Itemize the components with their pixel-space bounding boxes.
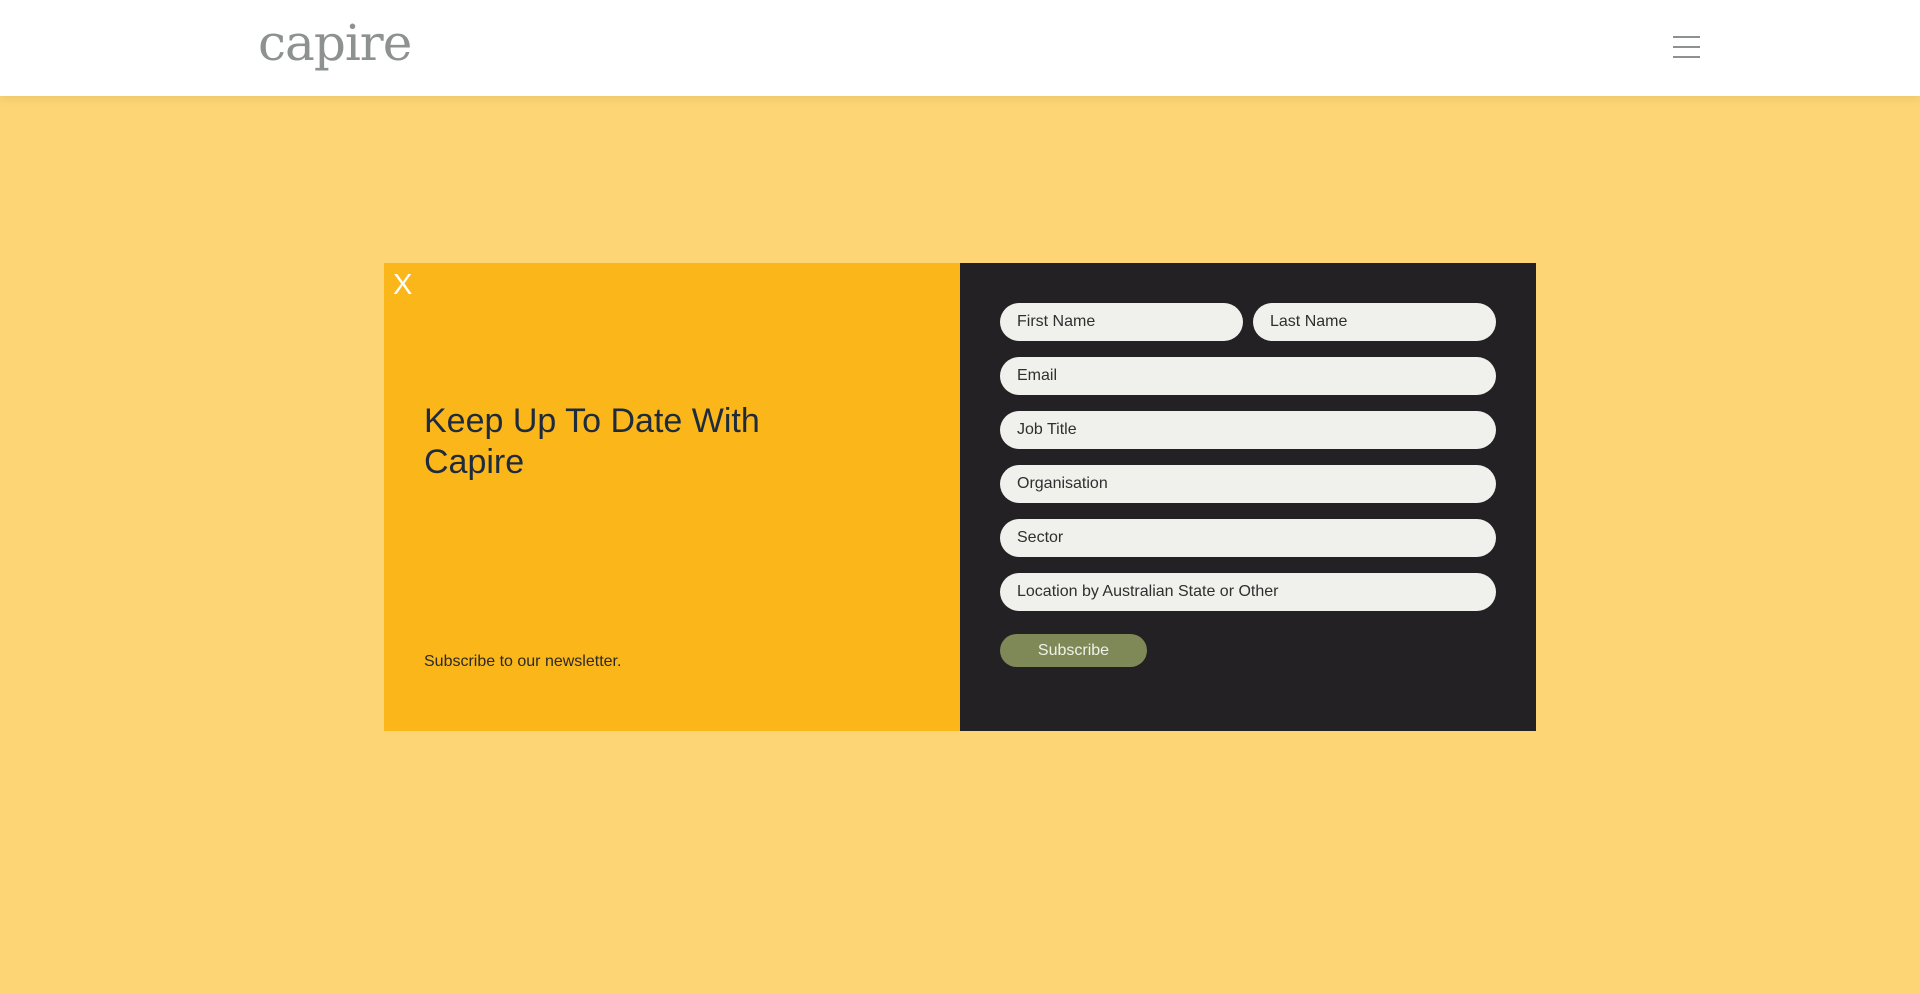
close-button[interactable]: X [393,271,412,300]
menu-line [1673,36,1700,38]
newsletter-modal: X Keep Up To Date With Capire Subscribe … [384,263,1536,731]
capire-logo[interactable]: capire [258,14,412,72]
location-field[interactable] [1000,573,1496,611]
subscribe-form: Subscribe [960,263,1536,731]
job-title-field[interactable] [1000,411,1496,449]
modal-heading: Keep Up To Date With Capire [424,402,760,481]
email-field[interactable] [1000,357,1496,395]
first-name-field[interactable] [1000,303,1243,341]
last-name-field[interactable] [1253,303,1496,341]
subscribe-button[interactable]: Subscribe [1000,634,1147,667]
organisation-field[interactable] [1000,465,1496,503]
menu-line [1673,46,1700,48]
modal-info-panel: X Keep Up To Date With Capire Subscribe … [384,263,960,731]
sector-field[interactable] [1000,519,1496,557]
modal-subtext: Subscribe to our newsletter. [424,653,622,670]
hamburger-menu-icon[interactable] [1673,36,1700,60]
menu-line [1673,56,1700,58]
site-header: capire [0,0,1920,96]
